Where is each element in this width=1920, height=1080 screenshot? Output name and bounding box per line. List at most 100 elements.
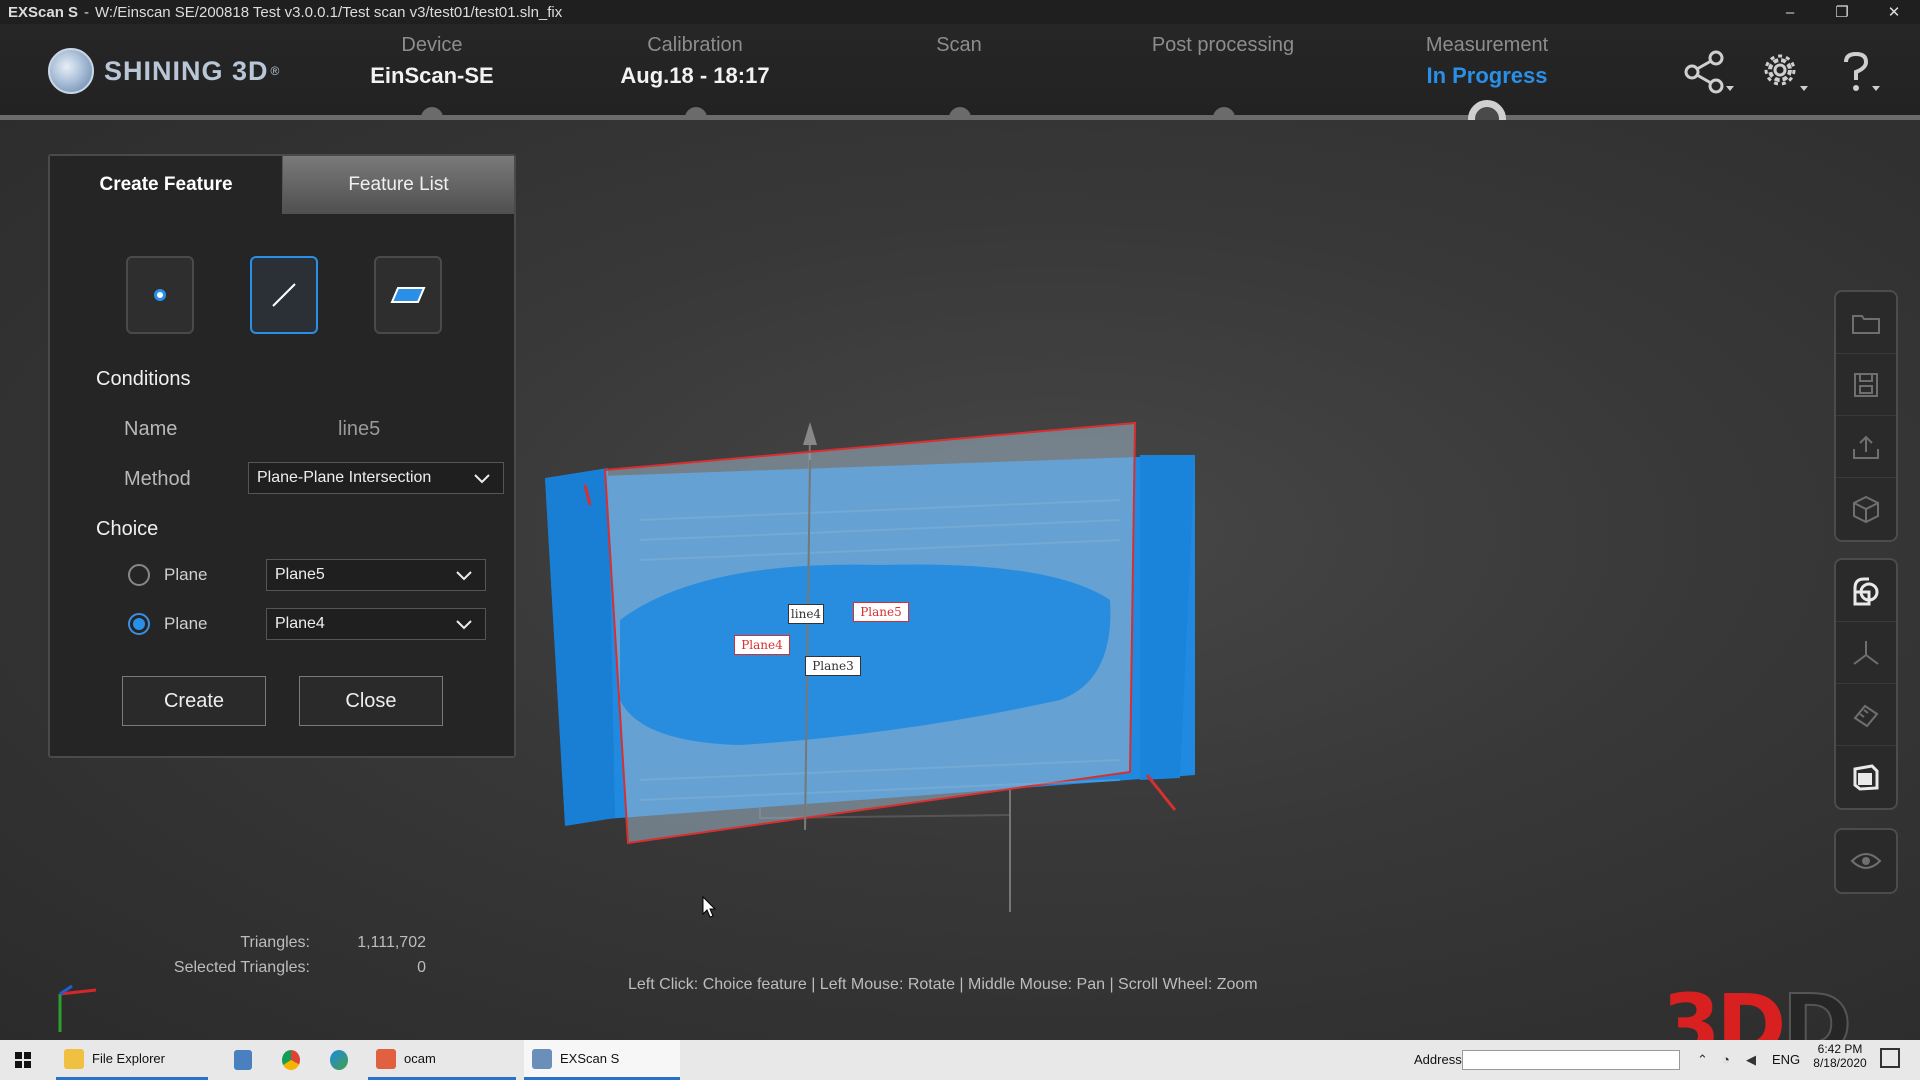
step-label: Calibration: [647, 34, 743, 56]
address-input[interactable]: [1462, 1050, 1680, 1070]
choice1-label: Plane: [164, 565, 208, 584]
name-label: Name: [124, 418, 178, 440]
file-toolbar: [1834, 290, 1898, 542]
axis-arrow: [803, 422, 817, 445]
choice2-radio[interactable]: [128, 613, 150, 635]
file-path: W:/Einscan SE/200818 Test v3.0.0.1/Test …: [95, 3, 563, 21]
chrome-icon: [282, 1050, 300, 1070]
taskbar-edge[interactable]: [322, 1040, 356, 1080]
date: 8/18/2020: [1813, 1056, 1867, 1070]
create-feature-panel: Create Feature Feature List Conditions N…: [48, 154, 516, 758]
start-button[interactable]: [6, 1040, 42, 1080]
export-icon[interactable]: [1836, 416, 1896, 478]
method-select[interactable]: Plane-Plane Intersection: [248, 462, 504, 494]
step-value: In Progress: [1426, 63, 1548, 88]
title-bar: EXScan S - W:/Einscan SE/200818 Test v3.…: [0, 0, 1920, 24]
scene-label-plane4[interactable]: Plane4: [734, 635, 790, 655]
step-calibration[interactable]: Calibration Aug.18 - 18:17: [565, 34, 825, 89]
help-icon[interactable]: [1836, 50, 1880, 94]
save-icon[interactable]: [1836, 354, 1896, 416]
red-edge-tick: [1145, 774, 1177, 811]
time: 6:42 PM: [1817, 1042, 1863, 1056]
orientation-axes-icon: [58, 984, 97, 1032]
choice1-radio[interactable]: [128, 564, 150, 586]
close-button[interactable]: Close: [299, 676, 443, 726]
windows-logo-icon: [15, 1052, 31, 1068]
line-icon: [272, 283, 296, 307]
app-name: EXScan S: [8, 3, 79, 21]
step-label: Device: [401, 34, 463, 56]
choice2-label: Plane: [164, 614, 208, 633]
settings-gear-icon[interactable]: [1760, 50, 1808, 94]
ruler-icon[interactable]: [1836, 684, 1896, 746]
conditions-title: Conditions: [96, 368, 191, 390]
chevron-down-icon: [456, 571, 472, 581]
file-explorer-label: File Explorer: [92, 1051, 165, 1066]
point-icon: [154, 289, 166, 301]
notifications-icon[interactable]: [1880, 1048, 1900, 1068]
open-folder-icon[interactable]: [1836, 292, 1896, 354]
step-scan[interactable]: Scan: [829, 34, 1089, 63]
taskbar-file-explorer[interactable]: File Explorer: [56, 1040, 208, 1080]
triangles-label: Triangles:: [240, 934, 310, 951]
scene-label-plane5[interactable]: Plane5: [853, 602, 909, 622]
share-icon[interactable]: [1684, 50, 1734, 94]
edge-icon: [330, 1050, 348, 1070]
chevron-down-icon: [456, 620, 472, 630]
point-feature-button[interactable]: [126, 256, 194, 334]
folder-icon: [64, 1048, 84, 1069]
mouse-hint: Left Click: Choice feature | Left Mouse:…: [628, 976, 1258, 993]
visibility-toolbar: [1834, 828, 1898, 894]
clock[interactable]: 6:42 PM 8/18/2020: [1808, 1042, 1872, 1070]
exscan-icon: [532, 1048, 552, 1069]
restore-button[interactable]: ❐: [1816, 0, 1868, 24]
axes-icon[interactable]: [1836, 622, 1896, 684]
taskbar-ocam[interactable]: ocam: [368, 1040, 516, 1080]
taskbar-app[interactable]: [226, 1040, 260, 1080]
step-label: Scan: [936, 34, 982, 56]
cube-icon[interactable]: [1836, 478, 1896, 540]
scene-label-line4[interactable]: line4: [788, 604, 824, 624]
volume-icon[interactable]: ◀: [1746, 1052, 1756, 1068]
windows-taskbar: File Explorer ocam EXScan S Address ⌃ ◔ …: [0, 1040, 1920, 1080]
mouse-cursor-icon: [702, 896, 717, 918]
network-icon[interactable]: ◔: [1722, 1052, 1730, 1067]
choice2-value: Plane4: [275, 615, 325, 632]
app-icon: [234, 1050, 252, 1070]
taskbar-chrome[interactable]: [274, 1040, 308, 1080]
step-device[interactable]: Device EinScan-SE: [302, 34, 562, 89]
step-label: Measurement: [1425, 34, 1549, 56]
tab-create-feature[interactable]: Create Feature: [50, 156, 282, 214]
create-button[interactable]: Create: [122, 676, 266, 726]
line-feature-button[interactable]: [250, 256, 318, 334]
step-post-processing[interactable]: Post processing: [1093, 34, 1353, 63]
choice-title: Choice: [96, 518, 159, 540]
tab-feature-list[interactable]: Feature List: [282, 156, 514, 214]
plane-feature-button[interactable]: [374, 256, 442, 334]
taskbar-exscan[interactable]: EXScan S: [524, 1040, 680, 1080]
view-box-icon[interactable]: [1836, 746, 1896, 808]
scan-left-edge: [545, 468, 615, 826]
scene-label-plane3[interactable]: Plane3: [805, 656, 861, 676]
choice1-select[interactable]: Plane5: [266, 559, 486, 591]
language-indicator[interactable]: ENG: [1772, 1052, 1800, 1067]
selected-triangles-value: 0: [417, 959, 426, 976]
exscan-label: EXScan S: [560, 1051, 620, 1066]
minimize-button[interactable]: –: [1764, 0, 1816, 24]
eye-icon[interactable]: [1836, 830, 1896, 892]
chevron-down-icon: [474, 474, 490, 484]
address-label: Address: [1414, 1052, 1462, 1067]
method-value: Plane-Plane Intersection: [257, 469, 432, 486]
close-window-button[interactable]: ✕: [1868, 0, 1920, 24]
step-value: Aug.18 - 18:17: [620, 63, 770, 88]
choice1-value: Plane5: [275, 566, 325, 583]
step-measurement[interactable]: Measurement In Progress: [1357, 34, 1617, 89]
ocam-icon: [376, 1048, 396, 1069]
ocam-label: ocam: [404, 1051, 436, 1066]
step-label: Post processing: [1151, 34, 1295, 56]
choice2-select[interactable]: Plane4: [266, 608, 486, 640]
shapes-icon[interactable]: [1836, 560, 1896, 622]
chevron-up-icon[interactable]: ⌃: [1697, 1052, 1708, 1068]
mesh-stats: Triangles: 1,111,702 Selected Triangles:…: [140, 934, 426, 984]
workflow-steps: Device EinScan-SE Calibration Aug.18 - 1…: [0, 24, 1920, 120]
